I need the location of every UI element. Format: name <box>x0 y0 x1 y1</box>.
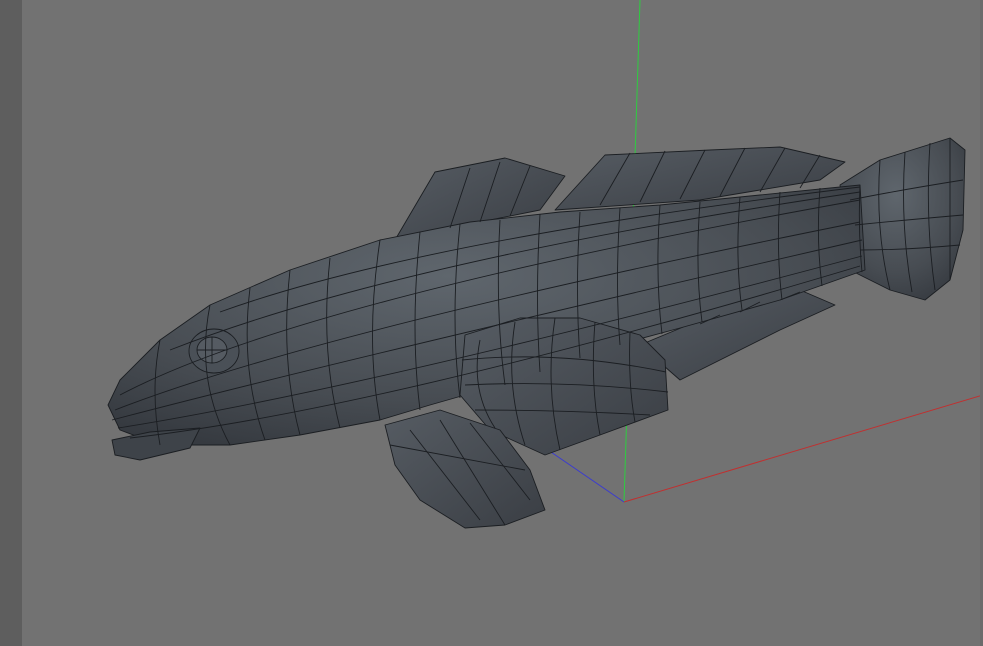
fish-eye <box>188 328 240 374</box>
fish-mesh[interactable] <box>107 137 966 529</box>
app-window <box>0 0 983 646</box>
left-toolbar-strip[interactable] <box>0 0 23 646</box>
3d-viewport[interactable] <box>22 0 980 646</box>
axis-x-line <box>623 395 980 503</box>
lower-jaw <box>111 427 201 461</box>
viewport-canvas[interactable] <box>22 0 980 646</box>
axis-z-line <box>547 449 625 503</box>
